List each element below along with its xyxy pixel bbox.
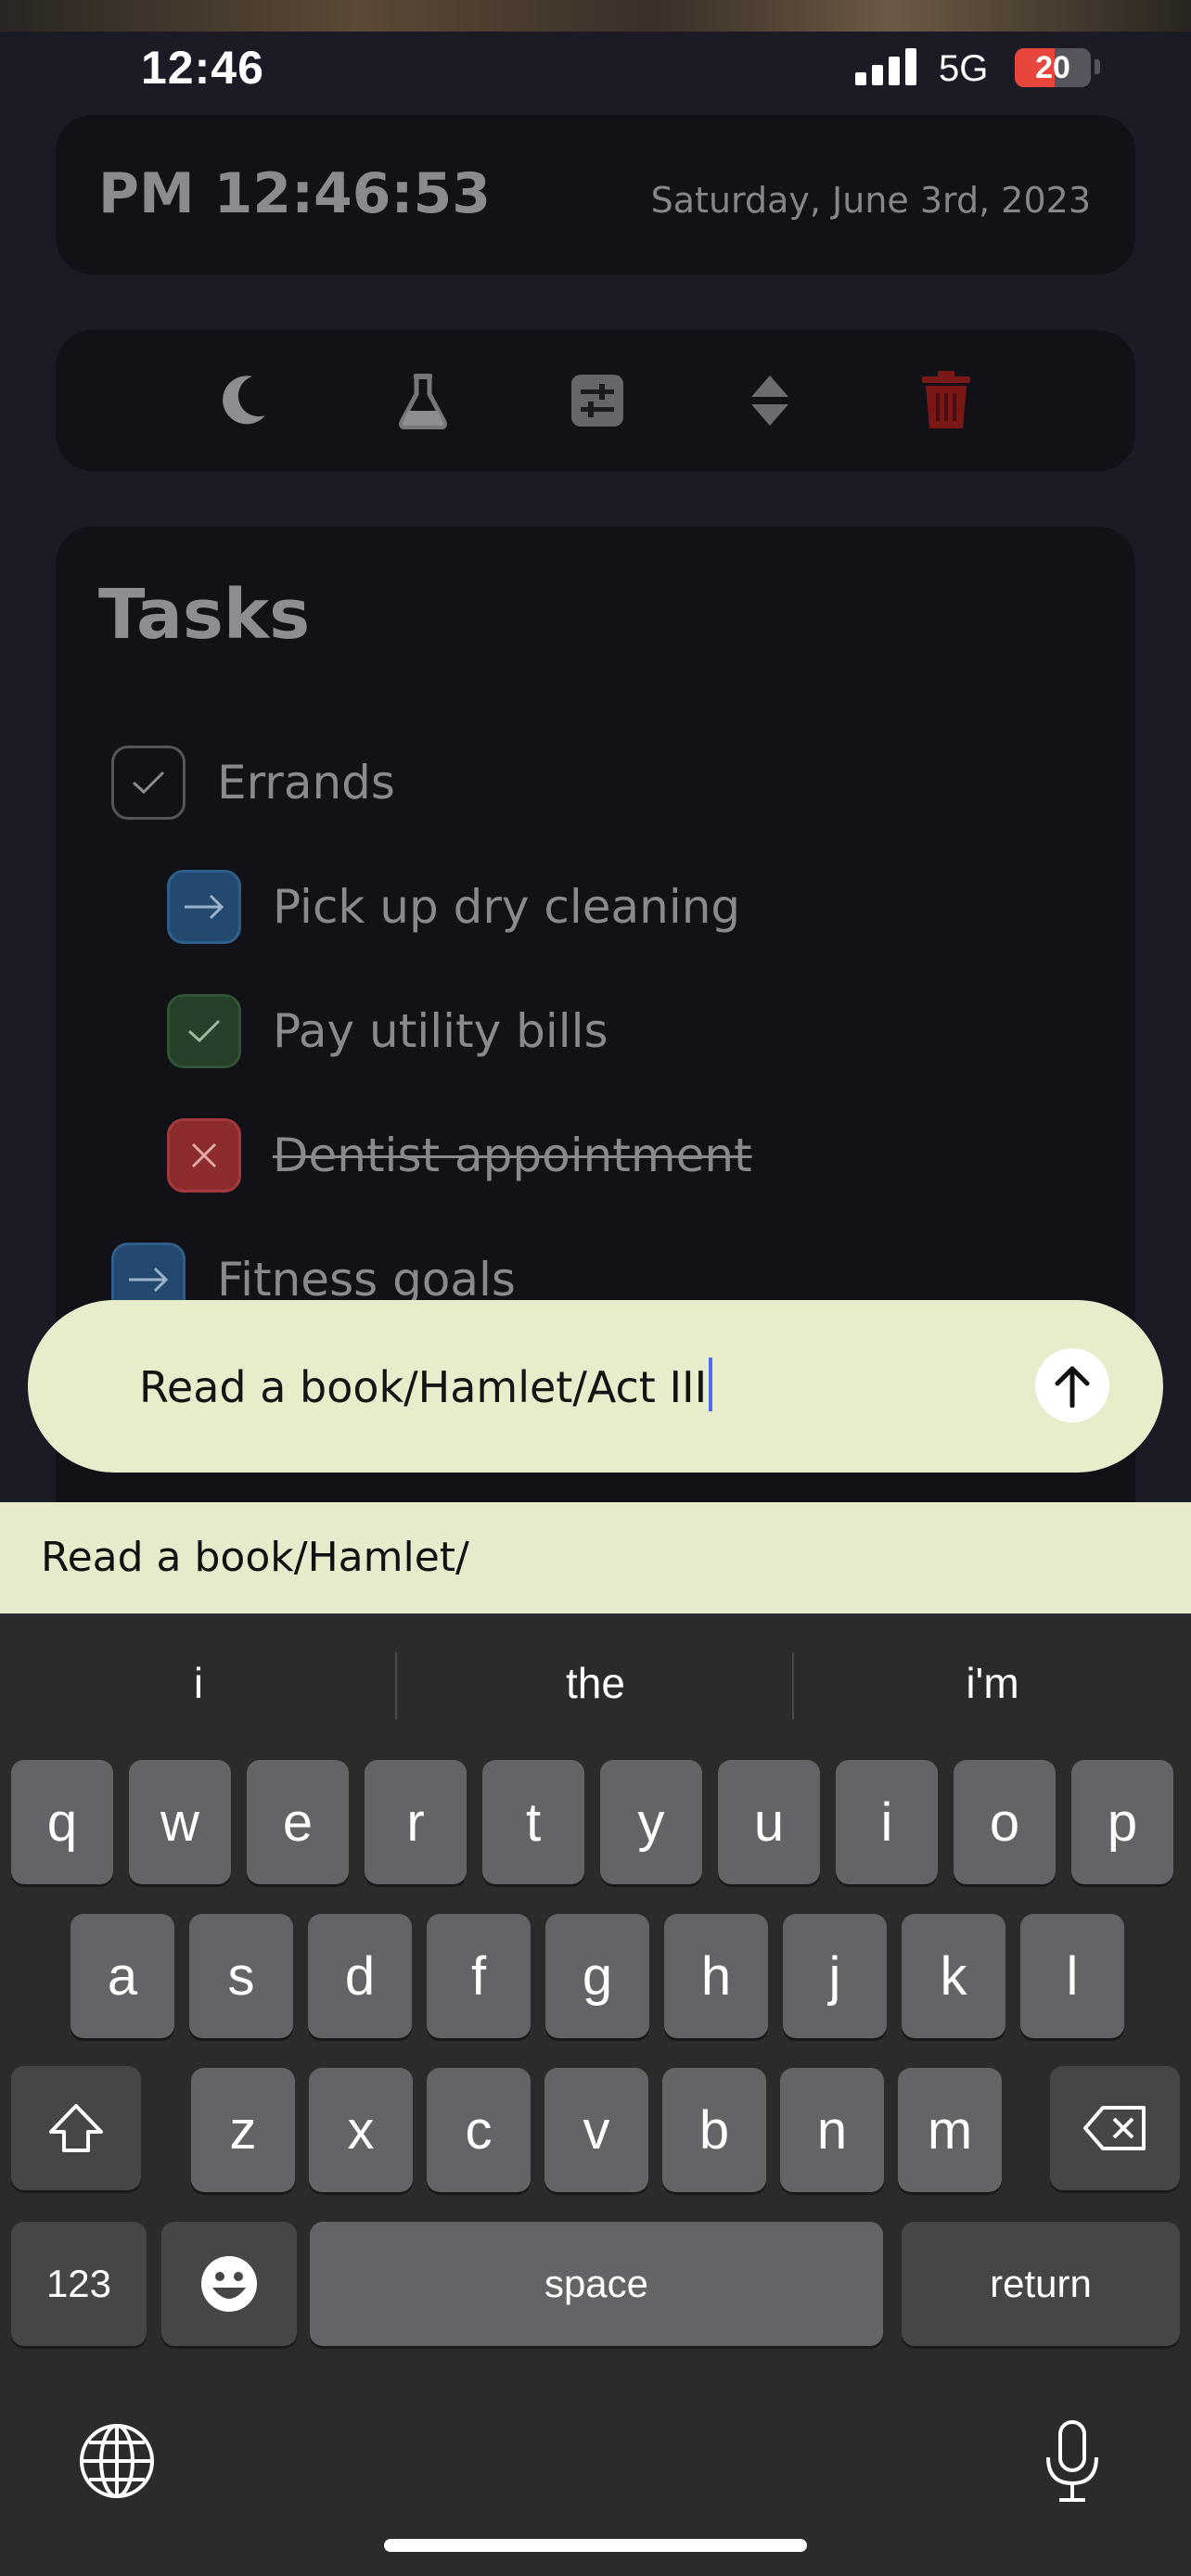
clock-card: PM 12:46:53 Saturday, June 3rd, 2023 xyxy=(56,115,1135,274)
flask-icon[interactable] xyxy=(386,363,460,438)
return-key[interactable]: return xyxy=(902,2222,1180,2346)
key-d[interactable]: d xyxy=(308,1914,412,2038)
shift-icon xyxy=(49,2104,103,2152)
task-input-value: Read a book/Hamlet/Act III xyxy=(139,1362,708,1412)
clock-time: PM 12:46:53 xyxy=(98,161,492,226)
task-label: Pay utility bills xyxy=(273,1004,608,1058)
home-indicator xyxy=(384,2539,807,2552)
key-b[interactable]: b xyxy=(662,2068,766,2192)
task-row-dry-cleaning[interactable]: Pick up dry cleaning xyxy=(167,870,740,944)
key-r[interactable]: r xyxy=(365,1760,467,1884)
backspace-key[interactable] xyxy=(1050,2066,1180,2190)
autocomplete-suggestion[interactable]: Read a book/Hamlet/ xyxy=(0,1502,1191,1613)
battery-icon: 20 xyxy=(1015,48,1091,87)
battery-level: 20 xyxy=(1035,50,1070,85)
globe-icon[interactable] xyxy=(78,2422,156,2504)
task-checkbox[interactable] xyxy=(111,746,186,820)
microphone-icon[interactable] xyxy=(1044,2420,1100,2506)
key-y[interactable]: y xyxy=(600,1760,702,1884)
arrow-right-icon xyxy=(185,894,224,920)
tasks-card: Tasks Errands Pick up dry cleaning Pay u… xyxy=(56,527,1135,1639)
key-z[interactable]: z xyxy=(191,2068,295,2192)
suggestion-3[interactable]: i'm xyxy=(794,1613,1191,1753)
task-label: Errands xyxy=(217,756,395,810)
key-s[interactable]: s xyxy=(189,1914,293,2038)
emoji-key[interactable] xyxy=(161,2222,297,2346)
sliders-icon[interactable] xyxy=(560,363,634,438)
key-k[interactable]: k xyxy=(902,1914,1005,2038)
task-checkbox[interactable] xyxy=(167,1118,241,1192)
key-j[interactable]: j xyxy=(783,1914,887,2038)
task-input-text[interactable]: Read a book/Hamlet/Act III xyxy=(139,1358,713,1412)
moon-icon[interactable] xyxy=(206,363,280,438)
emoji-icon xyxy=(201,2256,257,2312)
task-label: Fitness goals xyxy=(217,1253,516,1307)
task-row-errands[interactable]: Errands xyxy=(111,746,395,820)
key-c[interactable]: c xyxy=(427,2068,531,2192)
key-m[interactable]: m xyxy=(898,2068,1002,2192)
space-key[interactable]: space xyxy=(310,2222,883,2346)
shift-key[interactable] xyxy=(11,2066,141,2190)
task-label: Dentist appointment xyxy=(273,1129,752,1182)
suggestion-1[interactable]: i xyxy=(0,1613,397,1753)
backspace-icon xyxy=(1083,2106,1146,2150)
key-w[interactable]: w xyxy=(129,1760,231,1884)
tasks-title: Tasks xyxy=(98,575,311,655)
key-q[interactable]: q xyxy=(11,1760,113,1884)
cellular-signal-icon xyxy=(855,46,918,85)
check-icon xyxy=(187,1019,221,1043)
arrow-right-icon xyxy=(129,1267,169,1293)
task-label: Pick up dry cleaning xyxy=(273,880,741,934)
network-type: 5G xyxy=(939,48,989,89)
trash-icon[interactable] xyxy=(909,363,983,438)
text-caret xyxy=(709,1358,713,1411)
close-icon xyxy=(191,1142,217,1168)
key-h[interactable]: h xyxy=(664,1914,768,2038)
task-row-dentist[interactable]: Dentist appointment xyxy=(167,1118,752,1192)
check-icon xyxy=(132,771,165,795)
key-x[interactable]: x xyxy=(309,2068,413,2192)
key-l[interactable]: l xyxy=(1020,1914,1124,2038)
clock-date: Saturday, June 3rd, 2023 xyxy=(650,180,1091,221)
key-e[interactable]: e xyxy=(247,1760,349,1884)
key-p[interactable]: p xyxy=(1071,1760,1173,1884)
key-g[interactable]: g xyxy=(545,1914,649,2038)
task-row-utility-bills[interactable]: Pay utility bills xyxy=(167,994,608,1068)
numbers-key[interactable]: 123 xyxy=(11,2222,147,2346)
battery-tip xyxy=(1095,59,1100,74)
task-checkbox[interactable] xyxy=(167,994,241,1068)
status-time: 12:46 xyxy=(141,42,264,94)
keyboard: i the i'm qwertyuiop asdfghjkl zxcvbnm 1… xyxy=(0,1613,1191,2576)
key-v[interactable]: v xyxy=(544,2068,648,2192)
sort-icon[interactable] xyxy=(733,363,807,438)
key-o[interactable]: o xyxy=(954,1760,1056,1884)
toolbar xyxy=(56,330,1135,471)
key-a[interactable]: a xyxy=(70,1914,174,2038)
key-u[interactable]: u xyxy=(718,1760,820,1884)
key-f[interactable]: f xyxy=(427,1914,531,2038)
key-i[interactable]: i xyxy=(836,1760,938,1884)
status-bar: 12:46 5G 20 xyxy=(0,32,1191,109)
send-button[interactable] xyxy=(1035,1348,1109,1422)
wallpaper-strip xyxy=(0,0,1191,32)
task-input[interactable]: Read a book/Hamlet/Act III xyxy=(28,1300,1163,1473)
arrow-up-icon xyxy=(1055,1366,1090,1408)
keyboard-suggestions: i the i'm xyxy=(0,1613,1191,1753)
key-n[interactable]: n xyxy=(780,2068,884,2192)
suggestion-2[interactable]: the xyxy=(397,1613,794,1753)
autocomplete-text: Read a book/Hamlet/ xyxy=(41,1534,469,1581)
key-t[interactable]: t xyxy=(482,1760,584,1884)
task-checkbox[interactable] xyxy=(167,870,241,944)
